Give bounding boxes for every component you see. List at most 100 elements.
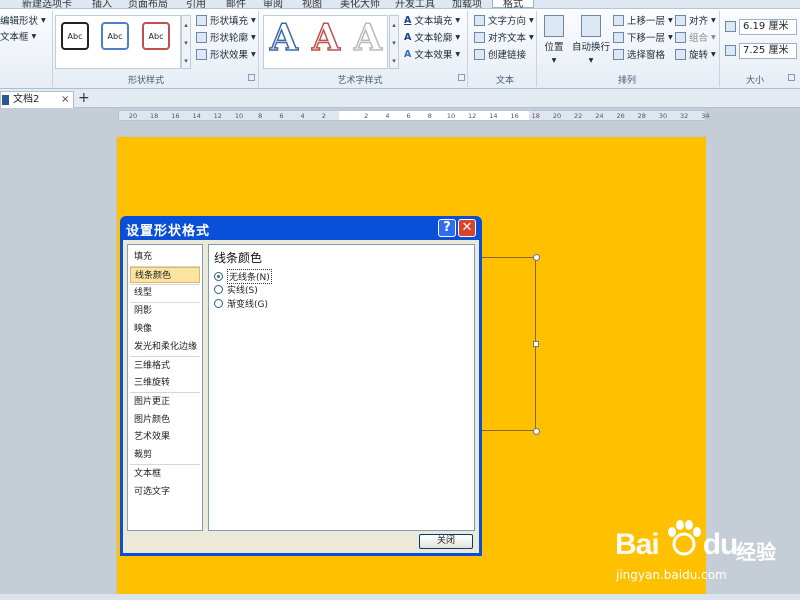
selection-pane-button[interactable]: 选择窗格 — [613, 47, 665, 61]
selection-pane-icon — [613, 48, 624, 60]
position-icon — [544, 15, 564, 37]
category-crop[interactable]: 裁剪 — [130, 447, 200, 463]
category-picture-corrections[interactable]: 图片更正 — [130, 394, 200, 410]
wordart-style-2[interactable]: A — [311, 16, 340, 60]
ribbon-tab-strip: 新建选项卡 插入 页面布局 引用 邮件 审阅 视图 美化大师 开发工具 加载项 … — [0, 0, 800, 9]
tab-page-layout[interactable]: 页面布局 — [128, 0, 168, 8]
wrap-text-button[interactable]: 自动换行 ▾ — [572, 15, 610, 66]
category-line-style[interactable]: 线型 — [130, 285, 200, 301]
category-text-box[interactable]: 文本框 — [130, 466, 200, 482]
wordart-more[interactable]: ▴ ▾ ▾ — [389, 15, 399, 69]
close-tab-icon[interactable]: × — [61, 92, 69, 107]
ruler-tick-label: 18 — [150, 112, 159, 120]
tab-addins[interactable]: 加载项 — [452, 0, 482, 8]
text-box-button[interactable]: 文本框 ▾ — [0, 29, 36, 44]
category-alt-text[interactable]: 可选文字 — [130, 484, 200, 500]
category-reflection[interactable]: 映像 — [130, 321, 200, 337]
rotate-icon — [675, 48, 686, 60]
radio-selected-icon — [214, 272, 223, 281]
tab-format[interactable]: 格式 — [492, 0, 534, 8]
text-outline-button[interactable]: A 文本轮廓 ▾ — [404, 30, 460, 45]
add-tab-icon[interactable]: + — [78, 90, 90, 106]
tab-review[interactable]: 审阅 — [263, 0, 283, 8]
tab-beautify[interactable]: 美化大师 — [340, 0, 380, 8]
group-icon — [675, 31, 686, 43]
edit-shape-button[interactable]: 编辑形状 ▾ — [0, 13, 46, 28]
ruler-tick-label: 20 — [552, 112, 562, 120]
shape-effect-button[interactable]: 形状效果 ▾ — [196, 47, 256, 61]
create-link-button[interactable]: 创建链接 — [474, 47, 526, 61]
category-line-color[interactable]: 线条颜色 — [130, 267, 200, 283]
resize-handle[interactable] — [533, 341, 539, 347]
tab-view[interactable]: 视图 — [302, 0, 322, 8]
help-icon[interactable]: ? — [438, 219, 456, 237]
category-fill[interactable]: 填充 — [130, 249, 200, 265]
category-glow[interactable]: 发光和柔化边缘 — [130, 339, 200, 355]
category-artistic-effects[interactable]: 艺术效果 — [130, 429, 200, 445]
group-label-text: 文本 — [495, 76, 514, 86]
dialog-launcher-icon[interactable] — [458, 74, 465, 81]
options-pane: 线条颜色 无线条(N) 实线(S) 渐变线(G) — [208, 244, 475, 531]
tab-new[interactable]: 新建选项卡 — [22, 0, 72, 8]
bring-forward-button[interactable]: 上移一层 ▾ — [613, 13, 673, 27]
group-button[interactable]: 组合 ▾ — [675, 30, 716, 44]
align-button[interactable]: 对齐 ▾ — [675, 13, 716, 27]
height-input[interactable]: 6.19 厘米 — [739, 19, 797, 35]
shape-style-2[interactable]: Abc — [101, 22, 129, 50]
close-button[interactable]: 关闭 — [419, 534, 473, 549]
wordart-style-3[interactable]: A — [353, 16, 382, 60]
text-fill-icon: A — [404, 14, 412, 26]
text-fill-button[interactable]: A 文本填充 ▾ — [404, 13, 460, 28]
category-3d-format[interactable]: 三维格式 — [130, 358, 200, 374]
radio-no-line[interactable]: 无线条(N) — [214, 269, 272, 284]
document-tab[interactable]: 文档2 × — [0, 91, 74, 108]
text-effect-button[interactable]: A 文本效果 ▾ — [404, 47, 460, 62]
ruler-tick-label: 2 — [364, 112, 369, 120]
tab-insert[interactable]: 插入 — [92, 0, 112, 8]
tab-mailings[interactable]: 邮件 — [226, 0, 246, 8]
shape-style-more[interactable]: ▴ ▾ ▾ — [181, 15, 191, 69]
shape-style-1[interactable]: Abc — [61, 22, 89, 50]
shape-fill-button[interactable]: 形状填充 ▾ — [196, 13, 256, 27]
text-direction-button[interactable]: 文字方向 ▾ — [474, 13, 534, 27]
group-label-wordart: 艺术字样式 — [337, 76, 383, 86]
resize-handle[interactable] — [533, 428, 540, 435]
rotate-button[interactable]: 旋转 ▾ — [675, 47, 716, 61]
ruler-tick-label: 14 — [489, 112, 498, 120]
resize-handle[interactable] — [533, 254, 540, 261]
format-shape-dialog: 设置形状格式 ? ✕ 填充 线条颜色 线型 阴影 映像 发光和柔化边缘 三维格式… — [120, 216, 482, 556]
tab-references[interactable]: 引用 — [186, 0, 206, 8]
send-backward-button[interactable]: 下移一层 ▾ — [613, 30, 673, 44]
ruler-tick-label: 30 — [658, 112, 668, 120]
ruler-tick-label: 26 — [616, 112, 625, 120]
dialog-launcher-icon[interactable] — [788, 74, 795, 81]
dialog-body: 填充 线条颜色 线型 阴影 映像 发光和柔化边缘 三维格式 三维旋转 图片更正 … — [123, 240, 479, 553]
text-direction-icon — [474, 14, 485, 26]
category-picture-color[interactable]: 图片颜色 — [130, 412, 200, 428]
category-3d-rotation[interactable]: 三维旋转 — [130, 375, 200, 391]
ruler-tick-label: 20 — [128, 112, 138, 120]
ruler-tick-label: 2 — [321, 112, 326, 120]
width-input[interactable]: 7.25 厘米 — [739, 43, 797, 59]
width-icon — [725, 45, 736, 56]
bring-forward-icon — [613, 14, 624, 26]
horizontal-ruler[interactable]: 20 18 16 14 12 10 8 6 4 2 2 4 6 8 10 12 14 16 18 20 22 24 26 28… — [118, 110, 710, 121]
align-text-button[interactable]: 对齐文本 ▾ — [474, 30, 534, 44]
text-outline-icon: A — [404, 31, 412, 43]
dialog-launcher-icon[interactable] — [248, 74, 255, 81]
radio-solid-line[interactable]: 实线(S) — [214, 283, 258, 296]
dialog-title: 设置形状格式 — [126, 224, 211, 239]
shape-style-3[interactable]: Abc — [142, 22, 170, 50]
wrap-text-icon — [581, 15, 601, 37]
shape-outline-button[interactable]: 形状轮廓 ▾ — [196, 30, 256, 44]
tab-developer[interactable]: 开发工具 — [395, 0, 435, 8]
ruler-tick-label: 4 — [385, 112, 390, 120]
ruler-tick-label: 6 — [406, 112, 411, 120]
wordart-style-1[interactable]: A — [269, 16, 298, 60]
position-button[interactable]: 位置 ▾ — [544, 15, 564, 66]
category-shadow[interactable]: 阴影 — [130, 303, 200, 319]
radio-gradient-line[interactable]: 渐变线(G) — [214, 297, 268, 310]
close-icon[interactable]: ✕ — [458, 219, 476, 237]
ruler-tick-label: 12 — [213, 112, 222, 120]
paint-bucket-icon — [196, 14, 207, 26]
